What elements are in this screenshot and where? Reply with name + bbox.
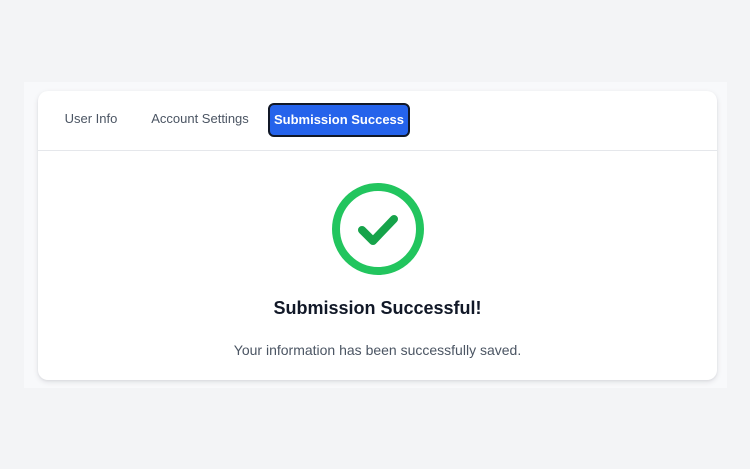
success-title: Submission Successful! (273, 298, 482, 318)
check-circle-ring (332, 183, 424, 275)
tab-account-settings[interactable]: Account Settings (142, 103, 258, 135)
checkmark (358, 215, 398, 245)
tab-user-info[interactable]: User Info (54, 103, 128, 135)
tab-bar: User Info Account Settings Submission Su… (38, 91, 717, 151)
tab-submission-success[interactable]: Submission Success (268, 103, 410, 137)
form-card: User Info Account Settings Submission Su… (38, 91, 717, 380)
success-message: Your information has been successfully s… (233, 342, 522, 358)
check-circle-icon (329, 180, 427, 278)
check-circle-svg (332, 183, 424, 275)
